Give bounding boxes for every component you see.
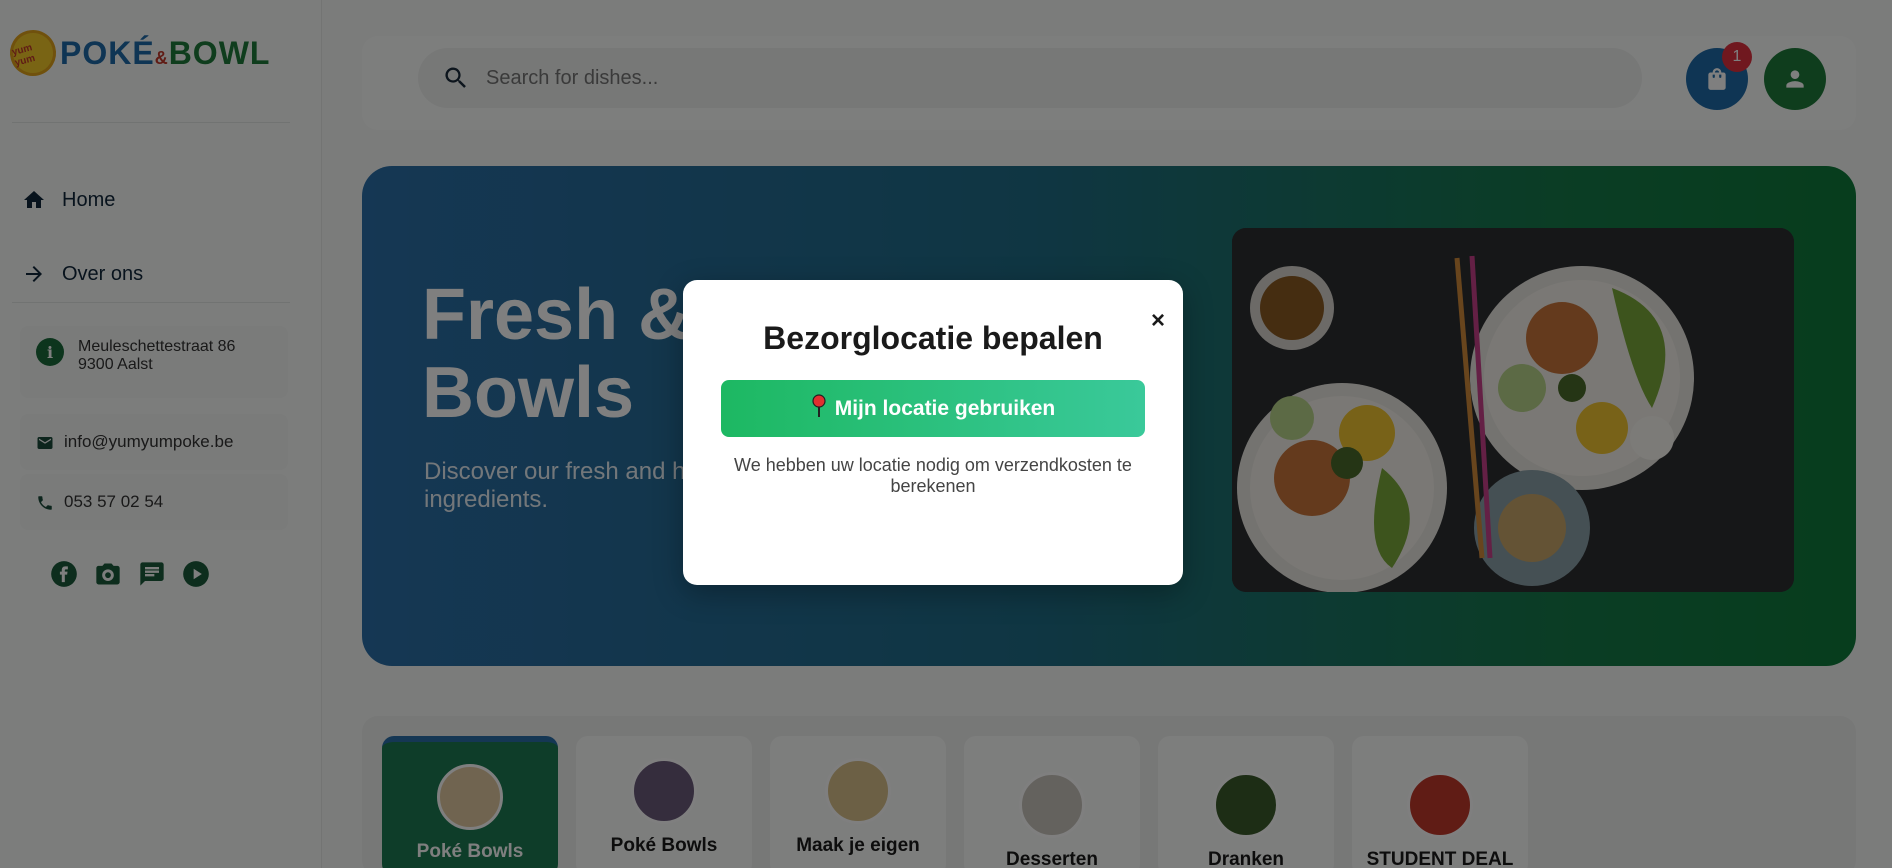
modal-note: We hebben uw locatie nodig om verzendkos…	[734, 455, 1132, 496]
map-pin-icon	[811, 393, 827, 424]
use-location-label: Mijn locatie gebruiken	[834, 396, 1056, 420]
modal-title: Bezorglocatie bepalen	[763, 320, 1103, 356]
location-modal: Bezorglocatie bepalen × Mijn locatie geb…	[683, 280, 1183, 585]
use-location-button[interactable]: Mijn locatie gebruiken	[721, 380, 1145, 437]
close-icon[interactable]: ×	[1145, 307, 1171, 334]
